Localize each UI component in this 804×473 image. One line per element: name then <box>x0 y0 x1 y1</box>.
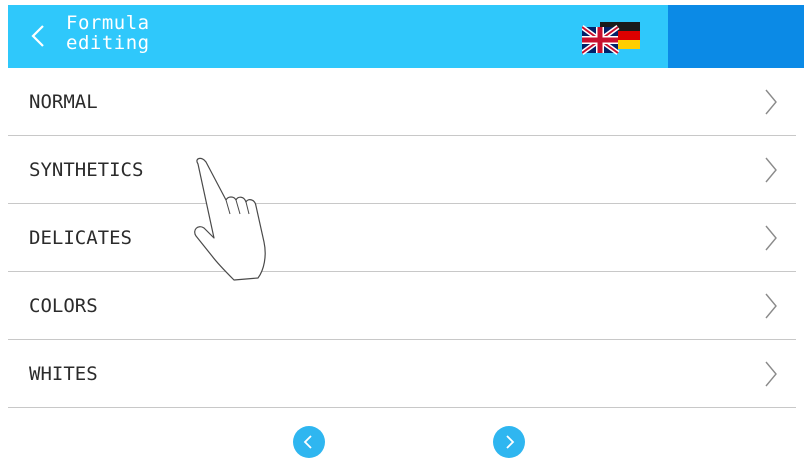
chevron-right-icon <box>765 225 777 251</box>
list-item-label: SYNTHETICS <box>29 159 144 181</box>
chevron-right-icon <box>765 293 777 319</box>
chevron-left-icon <box>303 435 312 449</box>
previous-page-button[interactable] <box>293 426 325 458</box>
list-item-label: NORMAL <box>29 91 98 113</box>
list-item-label: WHITES <box>29 363 98 385</box>
header-accent-panel <box>668 5 804 68</box>
back-icon[interactable] <box>26 23 52 49</box>
list-item-label: DELICATES <box>29 227 132 249</box>
list-item[interactable]: NORMAL <box>8 68 796 136</box>
formula-list: NORMAL SYNTHETICS DELICATES COLORS WHITE… <box>8 68 796 408</box>
list-item[interactable]: WHITES <box>8 340 796 408</box>
page-title: Formula editing <box>66 13 150 53</box>
chevron-right-icon <box>765 361 777 387</box>
page-title-line2: editing <box>66 32 150 54</box>
list-item-label: COLORS <box>29 295 98 317</box>
next-page-button[interactable] <box>493 426 525 458</box>
chevron-right-icon <box>765 89 777 115</box>
page-title-line1: Formula <box>66 12 150 34</box>
list-item[interactable]: COLORS <box>8 272 796 340</box>
list-item[interactable]: DELICATES <box>8 204 796 272</box>
chevron-right-icon <box>765 157 777 183</box>
list-item[interactable]: SYNTHETICS <box>8 136 796 204</box>
chevron-right-icon <box>506 435 515 449</box>
language-flag-icon[interactable] <box>582 22 642 60</box>
header-bar: Formula editing <box>8 5 804 68</box>
